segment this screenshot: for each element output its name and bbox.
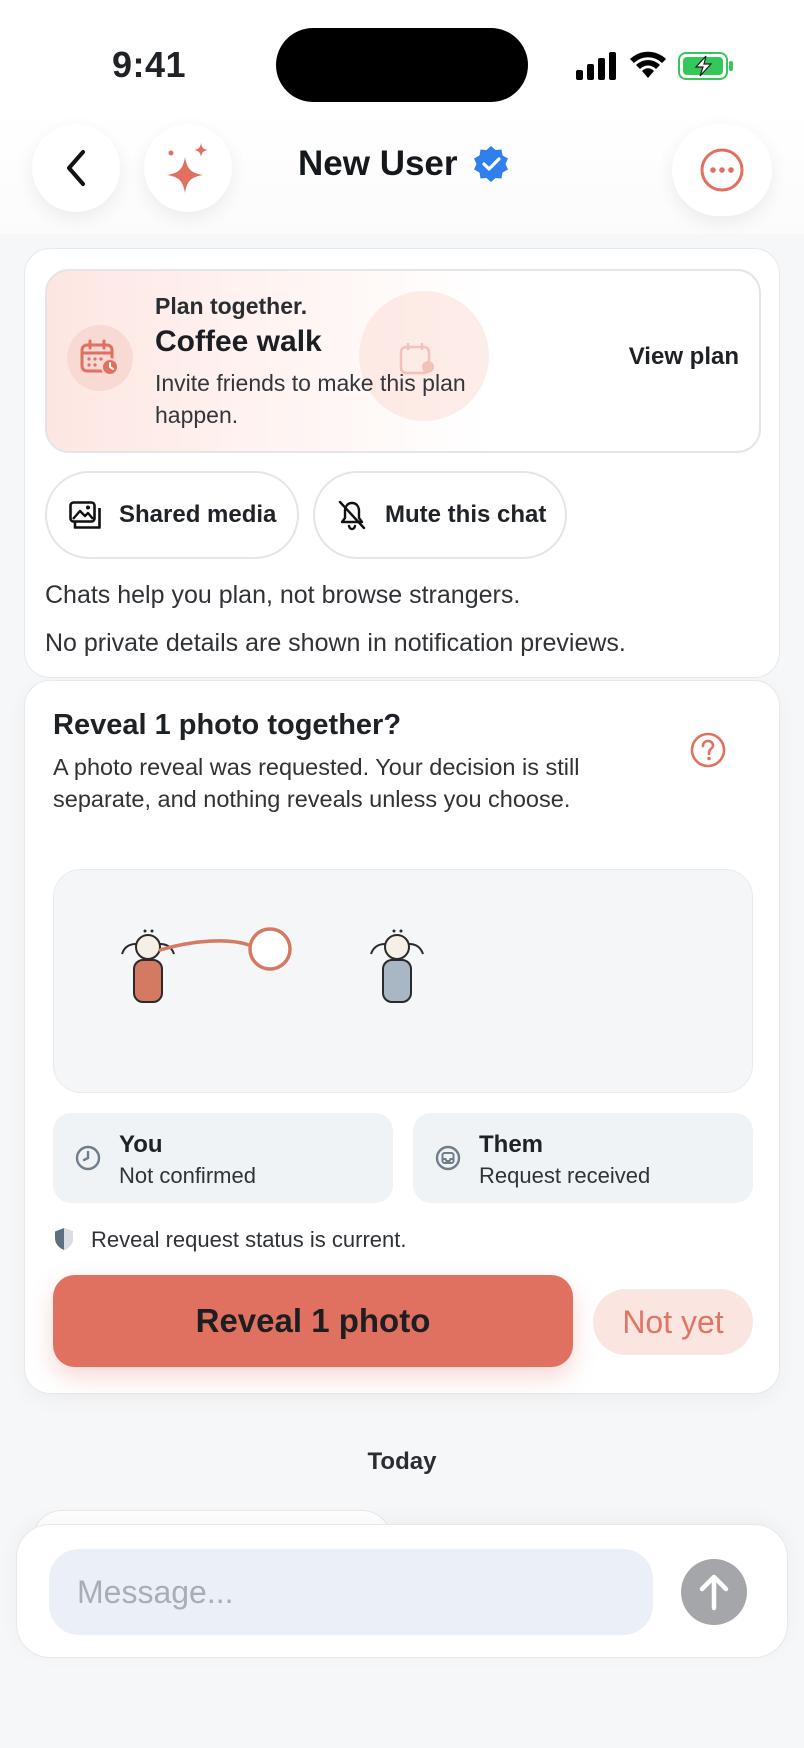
reveal-status-line: Reveal request status is current. [91,1227,407,1252]
chat-purpose-note: Chats help you plan, not browse stranger… [45,581,521,609]
message-input[interactable] [49,1549,653,1635]
status-bar: 9:41 [0,0,804,120]
photo-gallery-icon [69,501,101,529]
mute-chat-label: Mute this chat [385,501,547,528]
status-time: 9:41 [112,44,187,85]
plan-icon-badge [67,325,133,391]
bell-off-icon [338,500,366,531]
reveal-description: A photo reveal was requested. Your decis… [53,754,580,812]
clock-icon [75,1145,101,1171]
mute-chat-button[interactable]: Mute this chat [313,471,567,559]
photo-reveal-card: Reveal 1 photo together? A photo reveal … [24,680,780,1394]
more-horizontal-icon [700,148,744,192]
view-plan-link[interactable]: View plan [629,343,739,371]
back-button[interactable] [32,124,120,212]
shield-icon [53,1227,75,1256]
status-who-them: Them [479,1131,544,1158]
status-chip-you: You Not confirmed [53,1113,393,1203]
privacy-note: No private details are shown in notifica… [45,629,626,657]
reveal-title: Reveal 1 photo together? [53,709,402,741]
reveal-photo-button[interactable]: Reveal 1 photo [53,1275,573,1367]
reveal-circle-marker [248,927,292,971]
verified-badge-icon [473,146,508,182]
sparkle-icon [167,143,208,193]
not-yet-button[interactable]: Not yet [593,1289,753,1355]
message-composer [16,1524,788,1658]
dynamic-island [276,28,528,102]
reveal-illustration [53,869,753,1093]
status-chip-them: Them Request received [413,1113,753,1203]
battery-charging-icon [678,52,733,80]
plan-name: Coffee walk [155,325,322,358]
shared-media-button[interactable]: Shared media [45,471,299,559]
plan-kicker: Plan together. [155,293,308,319]
status-who-you: You [119,1131,163,1158]
chat-title: New User [298,144,510,184]
contact-name: New User [298,144,458,183]
more-options-button[interactable] [672,124,772,216]
reveal-connection-line [158,939,251,952]
calendar-clock-icon [80,339,119,376]
arrow-up-icon [699,1574,729,1611]
chat-header: New User [0,110,804,234]
shared-media-label: Shared media [119,501,277,528]
help-icon[interactable] [689,731,727,769]
inbox-icon [435,1145,461,1171]
ai-assist-button[interactable] [144,124,232,212]
person-them-figure [370,929,424,1003]
plan-description: Invite friends to make this plan happen. [155,370,466,428]
send-button[interactable] [681,1559,747,1625]
plan-card[interactable]: Plan together. Coffee walk Invite friend… [45,269,761,453]
chevron-left-icon [67,150,85,186]
status-state-them: Request received [479,1163,651,1188]
day-separator: Today [367,1448,437,1475]
status-state-you: Not confirmed [119,1163,256,1188]
person-you-figure [121,929,175,1003]
two-people-reveal-illustration [121,927,424,1003]
chat-info-card: Plan together. Coffee walk Invite friend… [24,248,780,678]
cellular-signal-icon [576,52,616,80]
wifi-icon [630,51,666,78]
